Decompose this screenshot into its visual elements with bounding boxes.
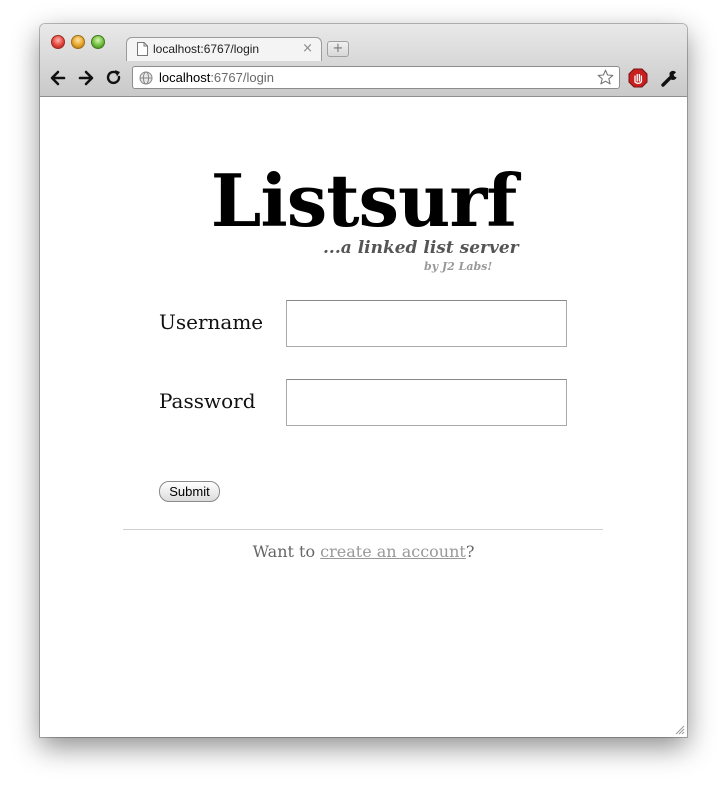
- url-text[interactable]: localhost:6767/login: [159, 70, 274, 85]
- url-host: localhost: [159, 70, 211, 85]
- signup-prefix: Want to: [252, 542, 321, 561]
- site-tagline: ...a linked list server: [323, 238, 519, 258]
- minimize-window-button[interactable]: [71, 35, 85, 49]
- new-tab-button[interactable]: +: [327, 41, 349, 57]
- stop-extension-icon[interactable]: [628, 68, 648, 88]
- password-label: Password: [159, 389, 256, 413]
- back-icon[interactable]: [48, 68, 68, 88]
- bookmark-star-icon[interactable]: [597, 69, 614, 86]
- username-input[interactable]: [286, 300, 567, 347]
- browser-chrome: localhost:6767/login × + localhost:6767/…: [40, 24, 687, 97]
- active-tab[interactable]: localhost:6767/login ×: [126, 37, 322, 61]
- page-content: Listsurf ...a linked list server by J2 L…: [40, 97, 687, 737]
- address-bar[interactable]: localhost:6767/login: [132, 66, 620, 89]
- username-label: Username: [159, 310, 264, 334]
- tab-close-icon[interactable]: ×: [302, 41, 313, 56]
- submit-button[interactable]: Submit: [159, 481, 220, 502]
- site-logo: Listsurf: [210, 158, 518, 243]
- globe-icon: [139, 71, 153, 85]
- site-byline: by J2 Labs!: [424, 260, 493, 273]
- browser-window: localhost:6767/login × + localhost:6767/…: [40, 24, 687, 737]
- resize-grip-icon[interactable]: [675, 725, 685, 735]
- reload-icon[interactable]: [104, 68, 124, 88]
- forward-icon[interactable]: [76, 68, 96, 88]
- create-account-link[interactable]: create an account: [320, 542, 466, 561]
- signup-prompt: Want to create an account?: [40, 542, 687, 561]
- page-icon: [137, 42, 148, 56]
- divider: [123, 529, 603, 530]
- wrench-icon[interactable]: [660, 69, 678, 87]
- signup-suffix: ?: [465, 542, 475, 561]
- url-path: :6767/login: [210, 70, 274, 85]
- zoom-window-button[interactable]: [91, 35, 105, 49]
- password-input[interactable]: [286, 379, 567, 426]
- tab-title: localhost:6767/login: [153, 42, 260, 56]
- close-window-button[interactable]: [51, 35, 65, 49]
